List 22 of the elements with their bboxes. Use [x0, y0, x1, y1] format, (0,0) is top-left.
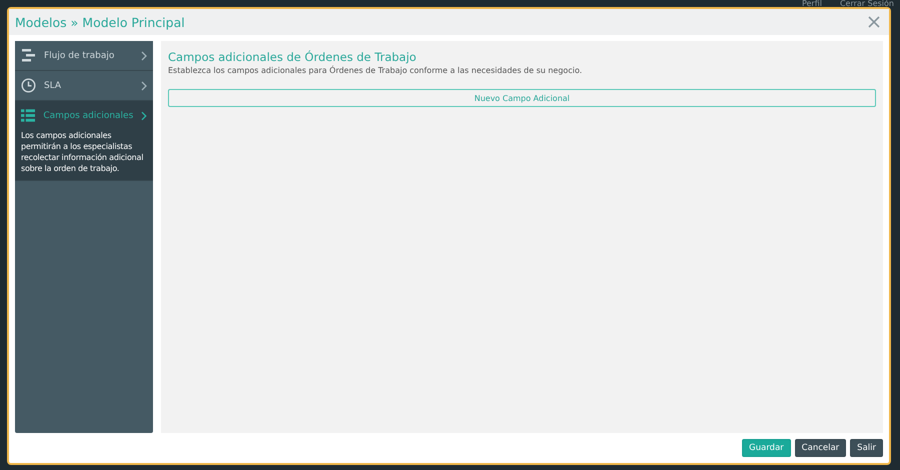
close-icon: [867, 15, 881, 29]
list-icon: [21, 108, 36, 123]
clock-icon: [21, 78, 36, 93]
chevron-icon: [141, 80, 147, 90]
sidebar-item-label: Flujo de trabajo: [44, 50, 116, 60]
action-button[interactable]: Salir: [850, 439, 883, 457]
section-subtitle: Establezca los campos adicionales para Órdenes de Trabajo conforme a las necesidades de su negocio.: [168, 66, 583, 75]
action-button[interactable]: Cancelar: [794, 439, 846, 457]
window-title: Modelos » Modelo Principal: [15, 14, 185, 30]
sidebar-item-label: SLA: [44, 80, 62, 90]
close-button[interactable]: [867, 15, 881, 29]
sidebar-item[interactable]: Campos adicionales Los campos adicionales permitirán a los especialistas recolectar información adicional sobre la orden de trabajo.: [15, 101, 153, 181]
save-button[interactable]: Guardar: [742, 439, 791, 457]
new-field-button[interactable]: Nuevo Campo Adicional: [168, 89, 876, 107]
chevron-icon: [141, 110, 147, 120]
chevron-icon: [141, 50, 147, 60]
header-link[interactable]: Perfil: [802, 0, 822, 8]
sidebar-item-label: Campos adicionales: [43, 110, 134, 120]
item-description: Los campos adicionales permitirán a los especialistas recolectar información adicional sobre la orden de trabajo.: [21, 130, 144, 174]
section-title: Campos adicionales de Órdenes de Trabajo: [168, 50, 418, 64]
flow-icon: [21, 48, 36, 63]
sidebar-item[interactable]: Flujo de trabajo: [15, 41, 153, 71]
